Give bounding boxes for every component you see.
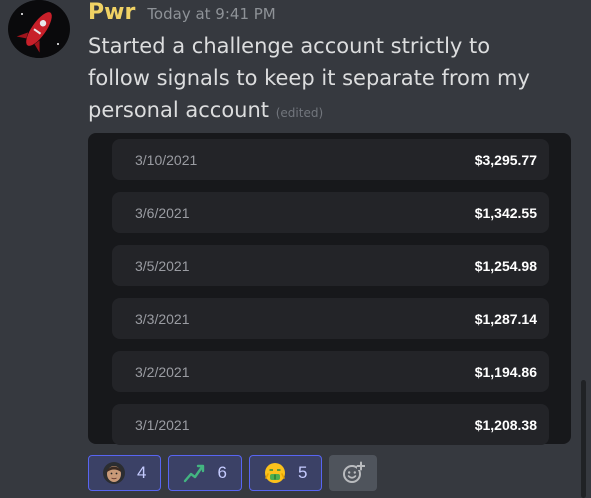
rocket-avatar-icon	[10, 0, 68, 58]
row-date: 3/1/2021	[135, 416, 190, 433]
reaction-count: 5	[297, 463, 308, 482]
row-amount: $1,287.14	[474, 310, 537, 327]
money-mouth-face-emoji-icon	[264, 463, 285, 483]
chat-message: Pwr Today at 9:41 PM Started a challenge…	[0, 0, 591, 498]
balance-row: 3/5/2021 $1,254.98	[112, 245, 549, 286]
row-amount: $1,194.86	[474, 363, 537, 380]
balance-row: 3/10/2021 $3,295.77	[112, 139, 549, 180]
balance-row: 3/3/2021 $1,287.14	[112, 298, 549, 339]
balance-row: 3/1/2021 $1,208.38	[112, 404, 549, 445]
scrollbar[interactable]	[581, 380, 586, 498]
row-amount: $1,208.38	[474, 416, 537, 433]
add-reaction-button[interactable]	[329, 455, 378, 491]
edited-label: (edited)	[275, 106, 324, 120]
row-date: 3/3/2021	[135, 310, 190, 327]
row-date: 3/6/2021	[135, 204, 190, 221]
add-reaction-icon	[343, 461, 366, 483]
face-photo-emoji-icon	[103, 462, 125, 484]
reaction-money-mouth[interactable]: 5	[248, 455, 323, 491]
row-amount: $1,342.55	[474, 204, 537, 221]
row-date: 3/2/2021	[135, 363, 190, 380]
reactions-bar: 4 6 5	[88, 455, 378, 491]
chart-increasing-emoji-icon	[184, 464, 205, 483]
user-avatar[interactable]	[8, 0, 70, 58]
balance-row: 3/6/2021 $1,342.55	[112, 192, 549, 233]
row-amount: $3,295.77	[474, 151, 537, 168]
message-content: Started a challenge account strictly to …	[88, 30, 558, 129]
row-amount: $1,254.98	[474, 257, 537, 274]
row-date: 3/10/2021	[135, 151, 198, 168]
balance-embed: 3/10/2021 $3,295.77 3/6/2021 $1,342.55 3…	[88, 133, 571, 445]
username[interactable]: Pwr	[88, 0, 135, 25]
reaction-count: 6	[217, 463, 227, 482]
row-date: 3/5/2021	[135, 257, 190, 274]
reaction-count: 4	[137, 463, 147, 482]
message-header: Pwr Today at 9:41 PM	[88, 0, 276, 25]
message-timestamp: Today at 9:41 PM	[147, 5, 276, 23]
balance-row: 3/2/2021 $1,194.86	[112, 351, 549, 392]
reaction-face-photo[interactable]: 4	[88, 455, 162, 491]
reaction-chart-increasing[interactable]: 6	[168, 455, 242, 491]
